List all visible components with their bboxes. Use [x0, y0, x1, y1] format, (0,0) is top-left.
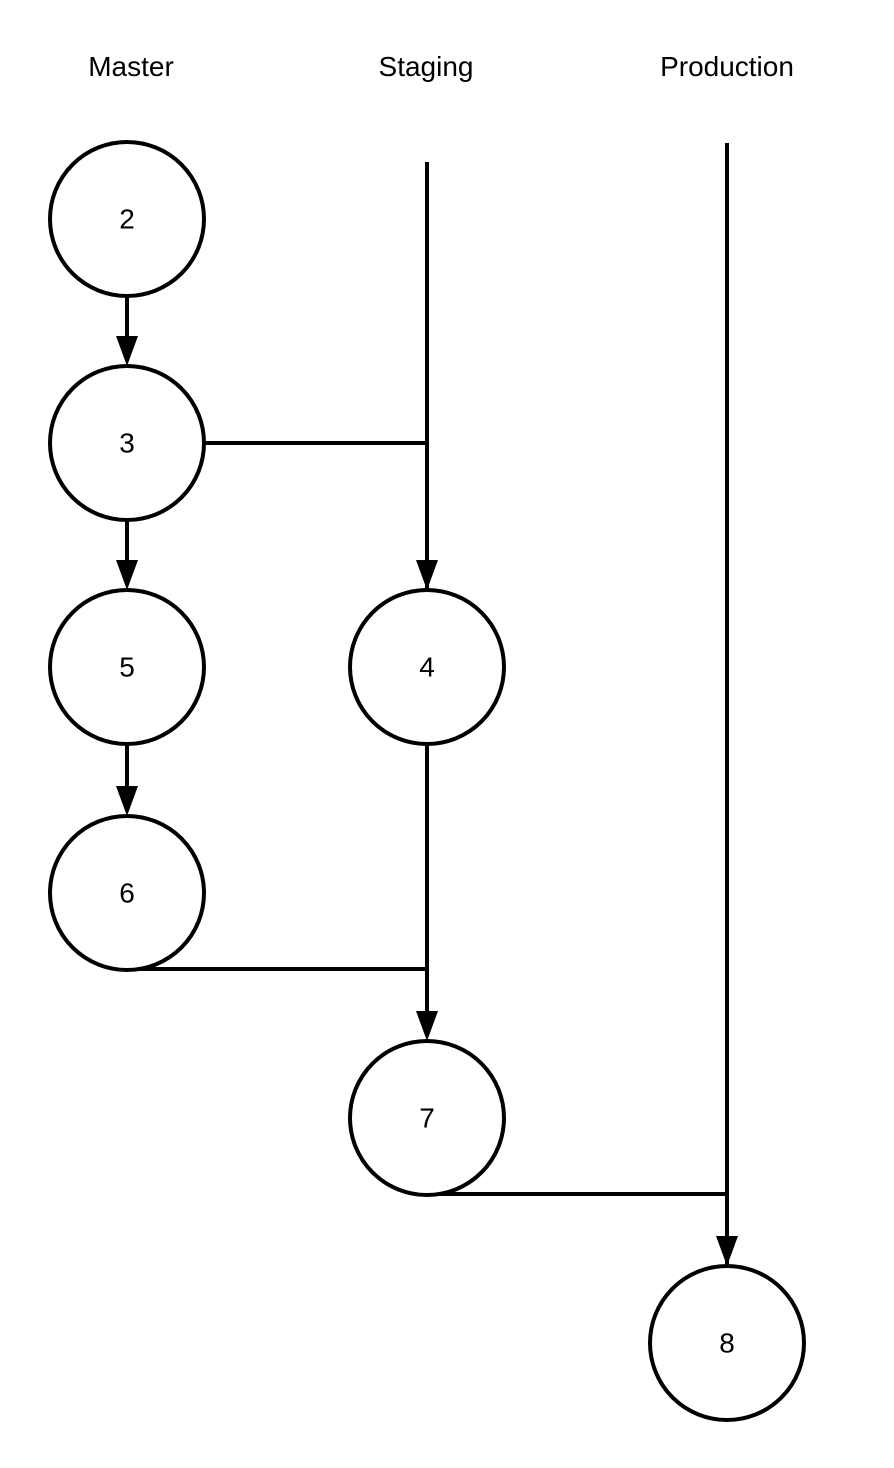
node-8-label: 8: [719, 1328, 735, 1359]
lane-header-staging: Staging: [379, 51, 474, 82]
node-3-label: 3: [119, 428, 135, 459]
node-2-label: 2: [119, 204, 135, 235]
branch-flow-diagram: Master Staging Production 2 3 5 6 4 7 8: [0, 0, 894, 1468]
node-6-label: 6: [119, 878, 135, 909]
node-3[interactable]: 3: [48, 364, 206, 522]
node-6[interactable]: 6: [48, 814, 206, 972]
arrowhead-into-node7: [416, 1011, 438, 1041]
node-8[interactable]: 8: [648, 1264, 806, 1422]
node-5[interactable]: 5: [48, 588, 206, 746]
flow-diagram-canvas: Master Staging Production 2 3 5 6 4 7 8: [48, 51, 806, 1422]
lane-header-production: Production: [660, 51, 794, 82]
arrowhead-into-node6: [116, 786, 138, 816]
arrowhead-into-node4: [416, 560, 438, 590]
node-4-label: 4: [419, 652, 435, 683]
node-7[interactable]: 7: [348, 1039, 506, 1197]
node-5-label: 5: [119, 652, 135, 683]
lane-headers: Master Staging Production: [88, 51, 794, 82]
lane-header-master: Master: [88, 51, 174, 82]
arrowhead-into-node3: [116, 336, 138, 366]
arrowhead-into-node5: [116, 560, 138, 590]
node-4[interactable]: 4: [348, 588, 506, 746]
arrowhead-into-node8: [716, 1236, 738, 1266]
node-7-label: 7: [419, 1103, 435, 1134]
node-2[interactable]: 2: [48, 140, 206, 298]
